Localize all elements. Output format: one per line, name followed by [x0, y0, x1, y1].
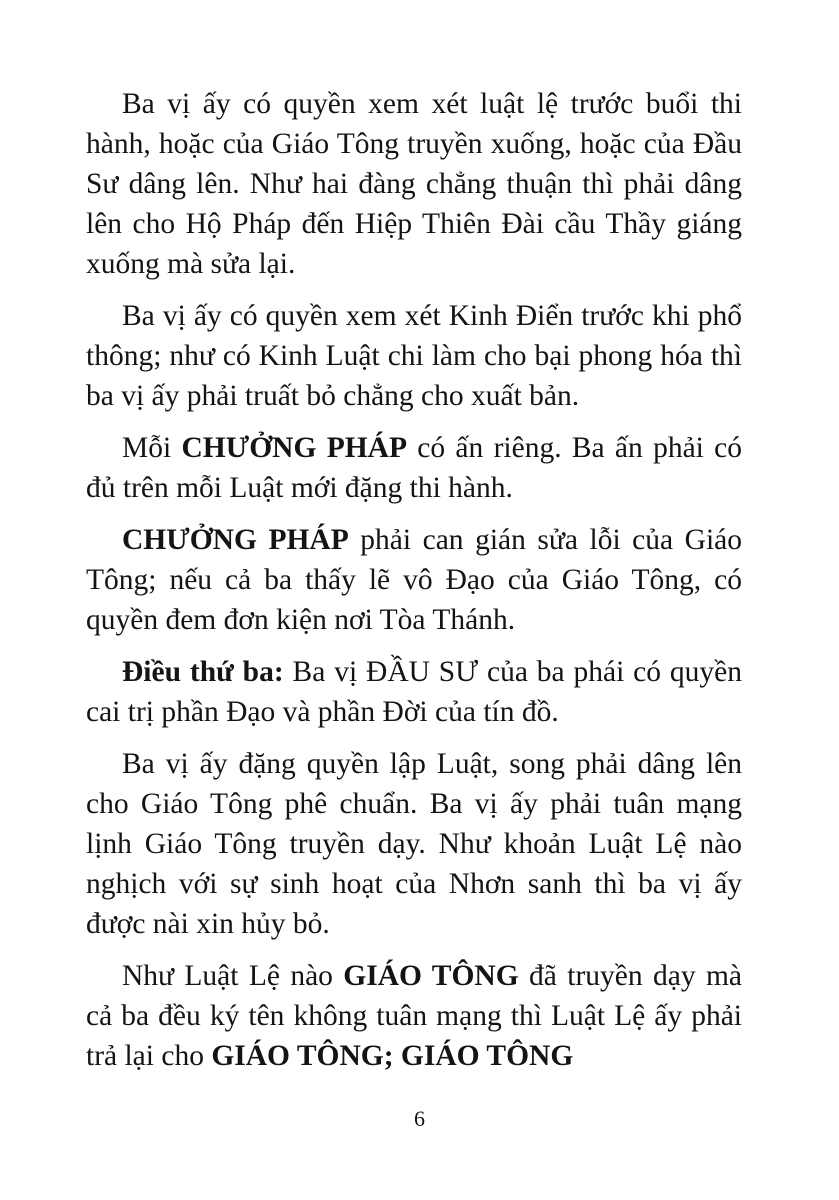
body-text: Ba vị ấy có quyền xem xét luật lệ trước … [86, 84, 742, 1088]
bold-term: CHƯỞNG PHÁP [181, 432, 407, 464]
paragraph-1: Ba vị ấy có quyền xem xét luật lệ trước … [86, 84, 742, 284]
text-run: Như Luật Lệ nào [122, 960, 344, 992]
paragraph-7: Như Luật Lệ nào GIÁO TÔNG đã truyền dạy … [86, 956, 742, 1076]
paragraph-4: CHƯỞNG PHÁP phải can gián sửa lỗi của Gi… [86, 520, 742, 640]
paragraph-6: Ba vị ấy đặng quyền lập Luật, song phải … [86, 744, 742, 944]
bold-term: Điều thứ ba: [122, 656, 284, 688]
text-run: Ba vị ấy có quyền xem xét luật lệ trước … [86, 88, 742, 280]
bold-term: CHƯỞNG PHÁP [122, 524, 349, 556]
text-run: Ba vị ấy có quyền xem xét Kinh Điển trướ… [86, 300, 742, 412]
bold-term: GIÁO TÔNG [343, 960, 519, 992]
text-run: Mỗi [122, 432, 182, 464]
page-number: 6 [414, 1106, 425, 1131]
paragraph-2: Ba vị ấy có quyền xem xét Kinh Điển trướ… [86, 296, 742, 416]
bold-term: GIÁO TÔNG; GIÁO TÔNG [211, 1040, 574, 1072]
text-run: Ba vị ấy đặng quyền lập Luật, song phải … [86, 748, 742, 940]
document-page: Ba vị ấy có quyền xem xét luật lệ trước … [0, 0, 839, 1200]
paragraph-5: Điều thứ ba: Ba vị ĐẦU SƯ của ba phái có… [86, 652, 742, 732]
paragraph-3: Mỗi CHƯỞNG PHÁP có ấn riêng. Ba ấn phải … [86, 428, 742, 508]
